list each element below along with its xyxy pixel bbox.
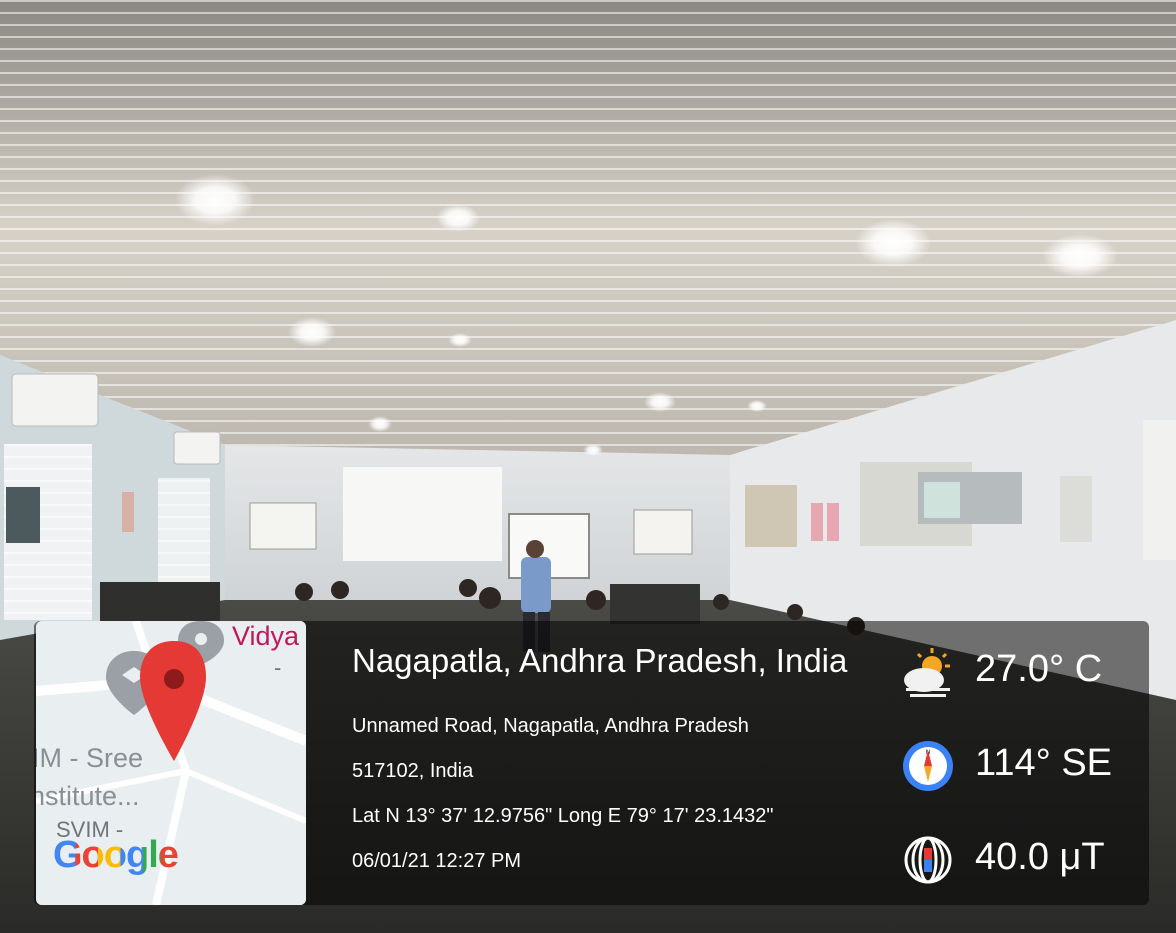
address-line-2: 517102, India: [352, 760, 474, 782]
temperature-readout: 27.0° C: [900, 640, 1140, 697]
map-thumbnail[interactable]: Vidya - IM - Sree nstitute... SVIM - Goo…: [36, 621, 306, 905]
bearing-readout: N 114° SE: [900, 734, 1140, 791]
temperature-value: 27.0° C: [975, 648, 1103, 690]
magnetometer-icon: [904, 836, 952, 884]
date-time: 06/01/21 12:27 PM: [352, 850, 522, 872]
bearing-value: 114° SE: [975, 742, 1113, 784]
place-name: Nagapatla, Andhra Pradesh, India: [352, 642, 848, 679]
svg-text:N: N: [926, 749, 931, 756]
map-label-vidya: Vidya: [232, 621, 300, 651]
map-label-sree: IM - Sree: [36, 743, 144, 773]
map-label-institute: nstitute...: [36, 781, 140, 811]
coordinates: Lat N 13° 37' 12.9756" Long E 79° 17' 23…: [352, 805, 774, 827]
address-line-1: Unnamed Road, Nagapatla, Andhra Pradesh: [352, 715, 749, 737]
photo: Vidya - IM - Sree nstitute... SVIM - Goo…: [0, 0, 1176, 933]
google-logo: Google: [53, 834, 179, 876]
magnetic-readout: 40.0 μT: [900, 828, 1140, 884]
map-label-dash: -: [274, 655, 282, 680]
weather-icon: [904, 648, 950, 697]
compass-icon: N: [903, 741, 953, 791]
magnetic-value: 40.0 μT: [975, 836, 1105, 878]
